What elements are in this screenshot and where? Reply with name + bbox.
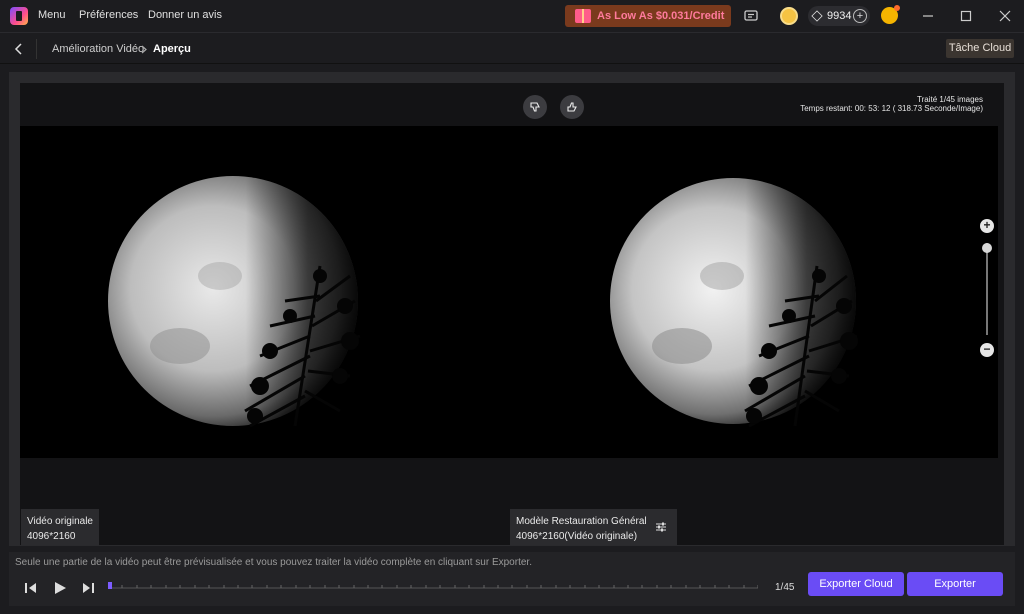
model-label: Modèle Restauration Général 4096*2160(Vi… [510, 509, 677, 545]
remaining-time: Temps restant: 00: 53: 12 ( 318.73 Secon… [800, 104, 983, 113]
avatar[interactable] [881, 5, 900, 24]
moon-enhanced-image [610, 178, 858, 428]
enhanced-preview [547, 126, 998, 458]
back-arrow-icon[interactable] [12, 42, 26, 56]
next-frame-icon[interactable] [80, 580, 96, 596]
zoom-track[interactable] [986, 243, 988, 335]
frame-counter: 1/45 [775, 582, 795, 593]
thumbs-down-button[interactable] [523, 95, 547, 119]
export-button[interactable]: Exporter [907, 572, 1003, 596]
zoom-handle[interactable] [982, 243, 992, 253]
original-preview [20, 126, 547, 458]
zoom-in-icon[interactable]: + [980, 219, 994, 233]
add-credits-icon[interactable]: + [853, 9, 867, 23]
thumbs-up-button[interactable] [560, 95, 584, 119]
breadcrumb-current: Aperçu [153, 43, 191, 55]
processed-count: Traité 1/45 images [917, 95, 983, 104]
timeline-scrubber[interactable] [108, 580, 758, 596]
original-title: Vidéo originale [27, 516, 93, 527]
preferences-button[interactable]: Préférences [79, 9, 138, 21]
model-title: Modèle Restauration Général [516, 516, 647, 527]
diamond-icon [811, 10, 823, 22]
zoom-out-icon[interactable]: − [980, 343, 994, 357]
thumbs-down-icon [530, 102, 540, 112]
previous-frame-icon[interactable] [23, 580, 39, 596]
chevron-right-icon [141, 45, 147, 54]
model-resolution: 4096*2160(Vidéo originale) [516, 531, 638, 542]
promo-banner[interactable]: As Low As $0.031/Credit [565, 5, 731, 27]
message-icon[interactable] [743, 8, 759, 24]
maximize-icon[interactable] [958, 8, 974, 24]
export-cloud-button[interactable]: Exporter Cloud [808, 572, 904, 596]
preview-hint: Seule une partie de la vidéo peut être p… [15, 557, 532, 568]
original-label: Vidéo originale 4096*2160 [21, 509, 99, 545]
divider [36, 39, 37, 59]
credits-value: 9934 [827, 10, 852, 22]
thumbs-up-icon [567, 102, 577, 112]
coin-icon[interactable] [780, 7, 798, 25]
zoom-slider[interactable]: + − [979, 219, 995, 359]
breadcrumb-parent[interactable]: Amélioration Vidéo [52, 43, 144, 55]
close-icon[interactable] [997, 8, 1013, 24]
gift-icon [575, 9, 591, 23]
breadcrumb-bar: Amélioration Vidéo Aperçu [0, 32, 1024, 64]
credits-balance[interactable]: 9934 + [808, 6, 870, 26]
original-resolution: 4096*2160 [27, 531, 76, 542]
timeline-playhead[interactable] [108, 582, 112, 589]
promo-text: As Low As $0.031/Credit [597, 10, 725, 22]
menu-button[interactable]: Menu [38, 9, 66, 21]
processing-status: Traité 1/45 images Temps restant: 00: 53… [800, 95, 983, 113]
app-logo-icon [10, 7, 28, 25]
title-bar: Menu Préférences Donner un avis As Low A… [0, 0, 1024, 32]
cloud-task-button[interactable]: Tâche Cloud [946, 39, 1014, 58]
play-icon[interactable] [52, 580, 68, 596]
feedback-button[interactable]: Donner un avis [148, 9, 222, 21]
moon-original-image [108, 176, 361, 428]
minimize-icon[interactable] [920, 8, 936, 24]
settings-sliders-icon[interactable] [655, 521, 667, 533]
